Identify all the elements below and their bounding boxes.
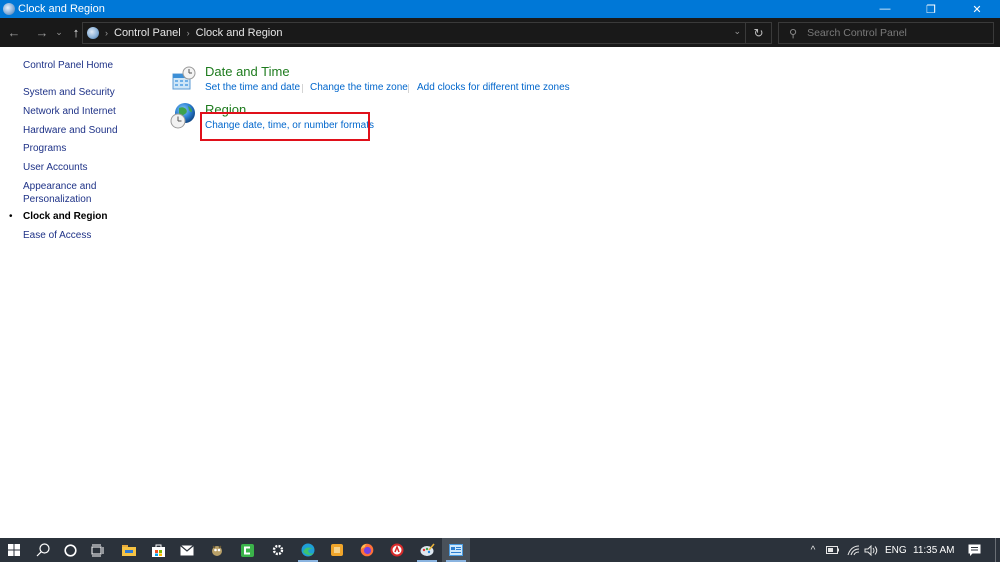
- search-icon: [36, 543, 50, 557]
- active-bullet: •: [9, 211, 13, 222]
- input-language[interactable]: ENG: [885, 538, 907, 562]
- taskbar: ^ ENG 11:35 AM: [0, 538, 1000, 562]
- chevron-up-icon: ^: [810, 544, 816, 556]
- arrow-left-icon: ←: [7, 25, 21, 40]
- forward-button[interactable]: →: [32, 18, 52, 47]
- sidebar-item-programs[interactable]: Programs: [23, 143, 66, 156]
- add-clocks-link[interactable]: Add clocks for different time zones: [417, 82, 570, 93]
- battery-button[interactable]: [824, 538, 840, 562]
- windows-logo-icon: [8, 544, 20, 556]
- arrow-up-icon: ↑: [72, 25, 80, 40]
- task-view-button[interactable]: [84, 538, 112, 562]
- link-divider: [302, 84, 303, 93]
- restore-button[interactable]: ❐: [908, 0, 954, 18]
- breadcrumb-separator[interactable]: ›: [105, 28, 108, 38]
- globe-clock-icon: [170, 103, 195, 129]
- title-bar: Clock and Region — ❐ ✕: [0, 0, 1000, 18]
- control-panel-icon: [3, 3, 15, 15]
- search-button[interactable]: [29, 538, 57, 562]
- sidebar-item-hardware-sound[interactable]: Hardware and Sound: [23, 125, 118, 138]
- sidebar-item-network-internet[interactable]: Network and Internet: [23, 106, 116, 119]
- close-button[interactable]: ✕: [954, 0, 1000, 18]
- refresh-icon: ↻: [753, 26, 764, 40]
- window-title: Clock and Region: [18, 3, 105, 15]
- taskbar-file-explorer[interactable]: [115, 538, 143, 562]
- taskbar-gimp[interactable]: [203, 538, 231, 562]
- calendar-clock-icon: [172, 66, 196, 90]
- show-desktop-button[interactable]: [995, 538, 996, 562]
- link-divider: [408, 84, 409, 93]
- sidebar-item-clock-region[interactable]: Clock and Region: [23, 211, 107, 224]
- back-button[interactable]: ←: [4, 18, 24, 47]
- set-time-and-date-link[interactable]: Set the time and date: [205, 82, 300, 93]
- sidebar-item-label: Personalization: [23, 193, 92, 205]
- clock[interactable]: 11:35 AM: [913, 538, 955, 562]
- sidebar-home-link[interactable]: Control Panel Home: [23, 60, 113, 71]
- breadcrumb-control-panel[interactable]: Control Panel: [114, 27, 181, 39]
- action-center-button[interactable]: [964, 538, 984, 562]
- sidebar-item-appearance-personalization[interactable]: Appearance and Personalization: [23, 181, 96, 206]
- navigation-bar: ← → ⌄ ↑ › Control Panel › Clock and Regi…: [0, 18, 1000, 47]
- store-icon: [151, 544, 165, 557]
- volume-button[interactable]: [862, 538, 880, 562]
- arrow-right-icon: →: [35, 25, 49, 40]
- breadcrumb-clock-and-region[interactable]: Clock and Region: [196, 27, 283, 39]
- minimize-button[interactable]: —: [862, 0, 908, 18]
- taskbar-control-panel[interactable]: [442, 538, 470, 562]
- address-bar[interactable]: › Control Panel › Clock and Region ⌄ ↻: [82, 22, 772, 44]
- address-dropdown-icon[interactable]: ⌄: [733, 26, 741, 37]
- search-icon: ⚲: [789, 27, 798, 40]
- notification-icon: [968, 544, 980, 556]
- start-button[interactable]: [0, 538, 28, 562]
- sidebar-item-label: Appearance and: [23, 181, 97, 192]
- breadcrumb-separator[interactable]: ›: [187, 28, 190, 38]
- wifi-icon: [847, 545, 859, 555]
- taskbar-microsoft-store[interactable]: [144, 538, 172, 562]
- firefox-icon: [360, 543, 374, 557]
- sidebar-item-system-security[interactable]: System and Security: [23, 87, 115, 100]
- camtasia-icon: [240, 543, 254, 557]
- edge-icon: [301, 543, 315, 557]
- app-orange-icon: [331, 544, 343, 556]
- taskbar-mail[interactable]: [173, 538, 201, 562]
- gear-icon: [272, 544, 284, 556]
- taskbar-edge[interactable]: [294, 538, 322, 562]
- date-and-time-heading[interactable]: Date and Time: [205, 64, 290, 79]
- control-panel-icon: [87, 27, 99, 39]
- control-panel-icon: [449, 544, 463, 556]
- sidebar-item-ease-of-access[interactable]: Ease of Access: [23, 230, 91, 243]
- cortana-icon: [63, 543, 77, 557]
- search-input[interactable]: [807, 27, 978, 39]
- chevron-down-icon: ⌄: [55, 27, 63, 37]
- battery-icon: [825, 546, 839, 554]
- taskbar-app-red[interactable]: [383, 538, 411, 562]
- show-hidden-icons-button[interactable]: ^: [806, 538, 820, 562]
- volume-icon: [864, 544, 877, 556]
- highlight-annotation-box: [200, 112, 370, 141]
- taskbar-camtasia[interactable]: [233, 538, 261, 562]
- cortana-button[interactable]: [56, 538, 84, 562]
- taskbar-app-orange[interactable]: [323, 538, 351, 562]
- app-red-icon: [390, 543, 404, 557]
- mail-icon: [180, 544, 194, 555]
- gimp-icon: [212, 545, 222, 556]
- task-view-icon: [91, 544, 104, 556]
- recent-locations-button[interactable]: ⌄: [52, 18, 66, 47]
- paint-icon: [420, 543, 435, 556]
- folder-icon: [122, 545, 136, 556]
- taskbar-settings[interactable]: [264, 538, 292, 562]
- search-box[interactable]: ⚲: [778, 22, 994, 44]
- network-button[interactable]: [845, 538, 861, 562]
- change-time-zone-link[interactable]: Change the time zone: [310, 82, 408, 93]
- sidebar-item-user-accounts[interactable]: User Accounts: [23, 162, 87, 175]
- taskbar-firefox[interactable]: [353, 538, 381, 562]
- taskbar-paint[interactable]: [413, 538, 441, 562]
- refresh-button[interactable]: ↻: [745, 23, 771, 43]
